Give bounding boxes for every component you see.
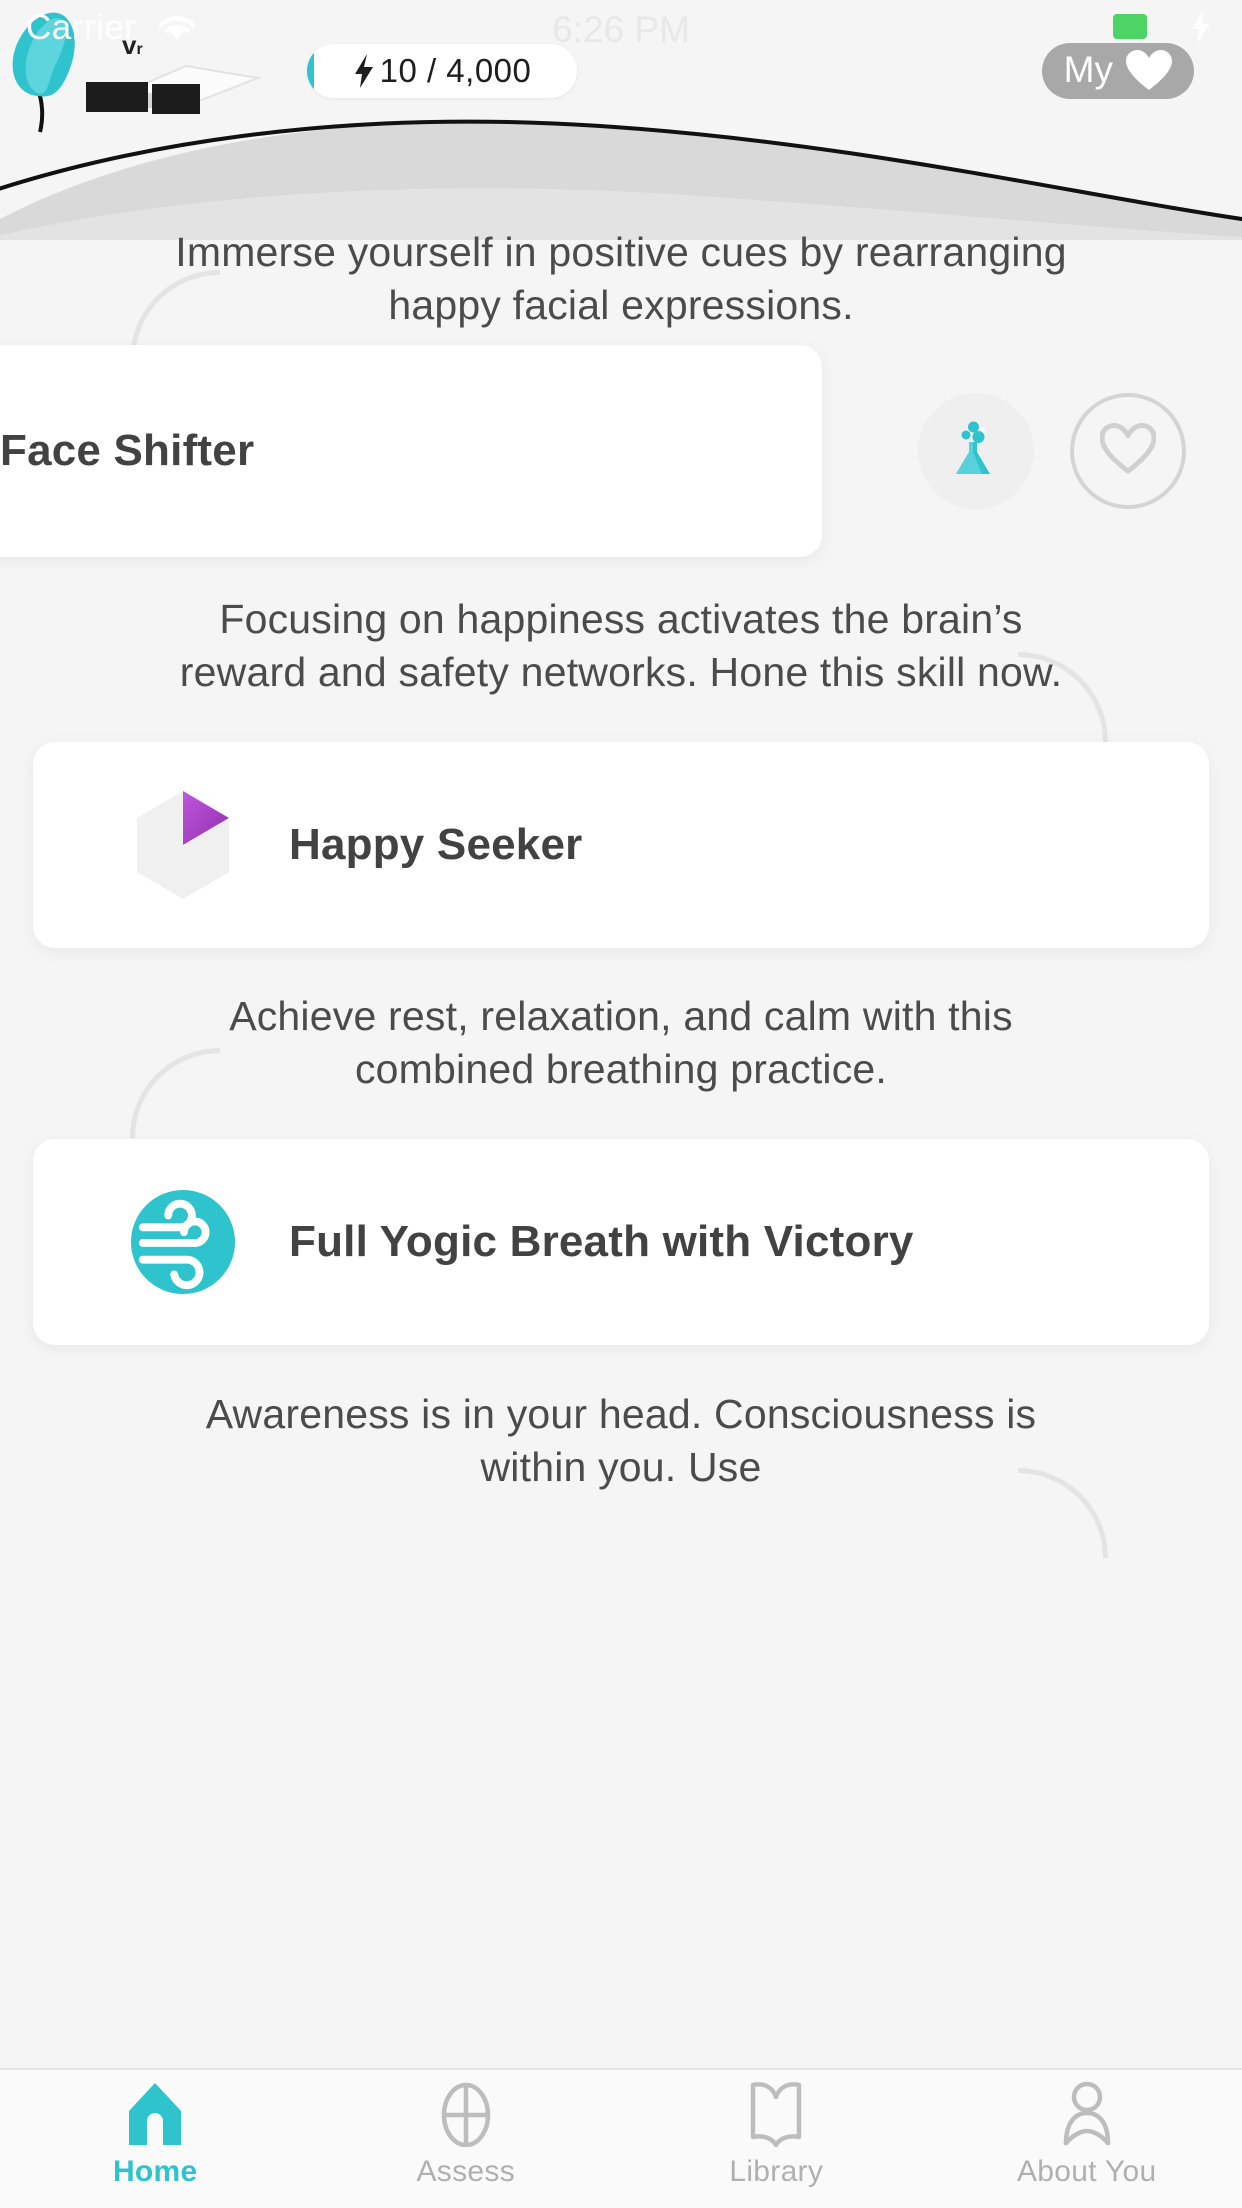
points-progress-fill	[307, 44, 314, 98]
feed-scroll-area[interactable]: Immerse yourself in positive cues by rea…	[0, 229, 1242, 2068]
swipe-action-buttons	[918, 345, 1186, 557]
heart-filled-icon	[1126, 50, 1172, 92]
points-progress-pill[interactable]: 10 / 4,000	[307, 44, 577, 98]
tab-about-you[interactable]: About You	[932, 2070, 1242, 2208]
activity-card-happy-seeker[interactable]: Happy Seeker	[33, 742, 1209, 948]
my-favorites-button[interactable]: My	[1041, 43, 1194, 99]
card-title: Full Yogic Breath with Victory	[289, 1217, 914, 1266]
lightning-bolt-icon	[353, 54, 375, 88]
feed-blurb: Achieve rest, relaxation, and calm with …	[229, 993, 1013, 1092]
tab-home[interactable]: Home	[0, 2070, 311, 2208]
book-icon	[739, 2081, 813, 2147]
home-icon	[121, 2081, 189, 2147]
app-screen: Carrier vr 6:26 PM 10 / 4,000 My Immerse…	[0, 0, 1242, 2208]
swipeable-card-row[interactable]: Face Shifter	[0, 345, 1242, 557]
flask-icon	[952, 420, 1000, 483]
tab-assess[interactable]: Assess	[311, 2070, 622, 2208]
tab-label: About You	[1016, 2155, 1157, 2188]
tab-label: Assess	[416, 2155, 515, 2188]
points-value: 10 / 4,000	[379, 52, 532, 89]
tab-label: Library	[729, 2155, 824, 2188]
hexagon-segments-icon	[129, 791, 237, 899]
tab-library[interactable]: Library	[621, 2070, 932, 2208]
my-favorites-label: My	[1063, 48, 1113, 90]
feed-blurb: Focusing on happiness activates the brai…	[179, 596, 1063, 695]
feed-blurb: Awareness is in your head. Consciousness…	[205, 1391, 1037, 1490]
wind-breath-circle-icon	[129, 1188, 237, 1296]
favorite-heart-button[interactable]	[1070, 393, 1186, 509]
header-illustration	[0, 0, 1242, 240]
feed-blurb: Immerse yourself in positive cues by rea…	[175, 229, 1067, 328]
heart-outline-icon	[1099, 422, 1157, 480]
research-flask-button[interactable]	[918, 393, 1034, 509]
activity-card-face-shifter[interactable]: Face Shifter	[0, 345, 822, 557]
person-icon	[1053, 2081, 1121, 2147]
bottom-tab-bar: Home Assess Library About You	[0, 2068, 1242, 2208]
card-title: Happy Seeker	[289, 820, 583, 869]
card-title: Face Shifter	[0, 426, 255, 475]
tab-label: Home	[112, 2155, 198, 2188]
activity-card-full-yogic-breath[interactable]: Full Yogic Breath with Victory	[33, 1139, 1209, 1345]
target-icon	[432, 2081, 500, 2147]
